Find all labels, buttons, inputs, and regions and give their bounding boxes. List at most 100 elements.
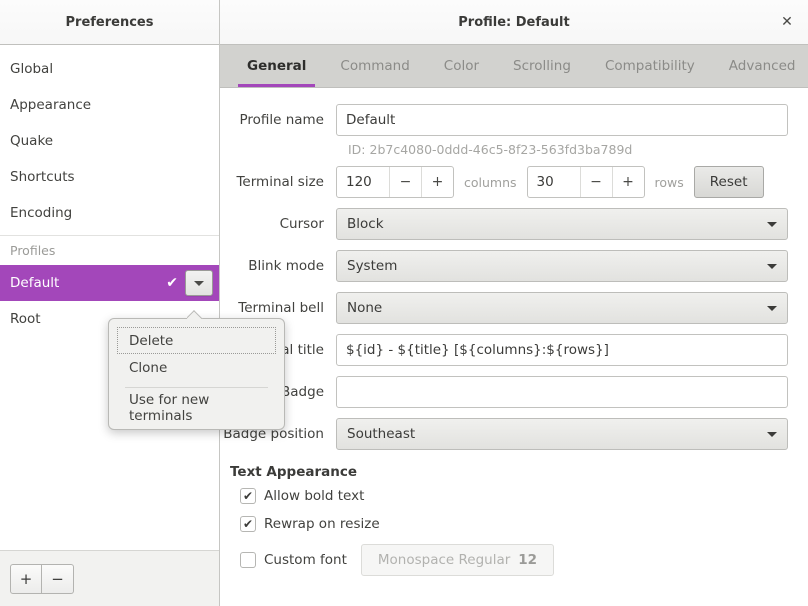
rewrap-on-resize-row[interactable]: ✔ Rewrap on resize (240, 516, 788, 532)
badge-input[interactable] (336, 376, 788, 408)
text-appearance-heading: Text Appearance (230, 464, 358, 480)
tab-advanced[interactable]: Advanced (712, 45, 808, 87)
rows-stepper[interactable]: 30 − + (526, 166, 645, 198)
menu-item-use-for-new-terminals[interactable]: Use for new terminals (117, 391, 276, 424)
close-icon[interactable]: ✕ (776, 11, 798, 33)
tab-color[interactable]: Color (427, 45, 496, 87)
sidebar-item-label: Global (10, 61, 54, 77)
menu-item-delete[interactable]: Delete (117, 327, 276, 354)
reset-terminal-size-button[interactable]: Reset (693, 166, 764, 198)
minus-icon: − (399, 174, 412, 190)
tab-label: Color (443, 58, 480, 74)
chevron-down-icon (767, 431, 777, 437)
rewrap-on-resize-checkbox[interactable]: ✔ (240, 516, 256, 532)
sidebar-item-label: Encoding (10, 205, 73, 221)
chevron-down-icon (767, 305, 777, 311)
tab-general[interactable]: General (230, 45, 323, 87)
terminal-size-row: Terminal size 120 − + columns 30 − + row… (220, 166, 788, 198)
tab-scrolling[interactable]: Scrolling (496, 45, 588, 87)
chevron-down-icon (767, 263, 777, 269)
sidebar-section-label: Profiles (10, 243, 56, 258)
badge-position-value: Southeast (347, 426, 416, 442)
terminal-title-row: Terminal title ${id} - ${title} [${colum… (220, 334, 788, 366)
plus-icon: + (19, 569, 33, 588)
rows-decrement-button[interactable]: − (579, 167, 612, 197)
columns-value[interactable]: 120 (337, 167, 389, 197)
preferences-window: Preferences Global Appearance Quake Shor… (0, 0, 808, 606)
profile-tabbar: General Command Color Scrolling Compatib… (220, 45, 808, 88)
sidebar-item-global[interactable]: Global (0, 51, 219, 87)
rows-value[interactable]: 30 (528, 167, 580, 197)
add-profile-button[interactable]: + (10, 563, 42, 594)
sidebar-nav-list: Global Appearance Quake Shortcuts Encodi… (0, 45, 219, 550)
dialog-titlebar: Profile: Default ✕ (220, 0, 808, 45)
columns-increment-button[interactable]: + (421, 167, 453, 197)
badge-row: Badge (220, 376, 788, 408)
font-chooser-button[interactable]: Monospace Regular 12 (360, 544, 555, 576)
badge-position-row: Badge position Southeast (220, 418, 788, 450)
preferences-sidebar: Preferences Global Appearance Quake Shor… (0, 0, 220, 606)
cursor-label: Cursor (279, 216, 324, 232)
plus-icon: + (622, 174, 634, 190)
remove-profile-button[interactable]: − (42, 563, 74, 594)
menu-item-clone[interactable]: Clone (117, 354, 276, 381)
menu-item-label: Clone (129, 359, 168, 376)
tab-command[interactable]: Command (323, 45, 426, 87)
menu-separator (125, 387, 268, 388)
allow-bold-text-checkbox[interactable]: ✔ (240, 488, 256, 504)
sidebar-item-label: Root (10, 311, 41, 327)
profile-context-menu: Delete Clone Use for new terminals (108, 318, 285, 430)
sidebar-item-label: Default (10, 275, 60, 291)
menu-item-label: Use for new terminals (129, 391, 210, 424)
rewrap-on-resize-label: Rewrap on resize (264, 516, 380, 532)
columns-unit-label: columns (464, 174, 517, 190)
terminal-bell-row: Terminal bell None (220, 292, 788, 324)
terminal-bell-select[interactable]: None (336, 292, 788, 324)
terminal-size-label: Terminal size (236, 174, 324, 190)
terminal-title-input[interactable]: ${id} - ${title} [${columns}:${rows}] (336, 334, 788, 366)
cursor-select[interactable]: Block (336, 208, 788, 240)
font-size-label: 12 (518, 552, 538, 568)
check-icon: ✔ (166, 275, 178, 291)
check-icon: ✔ (242, 517, 254, 531)
profile-name-value: Default (346, 112, 396, 128)
tab-compatibility[interactable]: Compatibility (588, 45, 712, 87)
columns-stepper[interactable]: 120 − + (336, 166, 454, 198)
custom-font-row[interactable]: Custom font Monospace Regular 12 (240, 544, 788, 576)
sidebar-section-profiles: Profiles (0, 235, 219, 265)
tab-label: Advanced (728, 58, 796, 74)
sidebar-item-label: Appearance (10, 97, 92, 113)
check-icon: ✔ (242, 489, 254, 503)
sidebar-item-profile-default[interactable]: Default ✔ (0, 265, 219, 301)
columns-decrement-button[interactable]: − (389, 167, 421, 197)
reset-label: Reset (709, 174, 748, 190)
profile-add-remove-group: + − (10, 563, 74, 594)
general-settings-form: Profile name Default ID: 2b7c4080-0ddd-4… (220, 88, 808, 606)
allow-bold-text-label: Allow bold text (264, 488, 365, 504)
rows-increment-button[interactable]: + (611, 167, 644, 197)
tab-label: General (247, 58, 307, 74)
minus-icon: − (590, 174, 602, 190)
chevron-down-icon (194, 280, 204, 286)
badge-position-select[interactable]: Southeast (336, 418, 788, 450)
sidebar-header: Preferences (0, 0, 219, 45)
profile-name-input[interactable]: Default (336, 104, 788, 136)
blink-mode-select[interactable]: System (336, 250, 788, 282)
terminal-title-value: ${id} - ${title} [${columns}:${rows}] (346, 342, 609, 358)
sidebar-item-quake[interactable]: Quake (0, 123, 219, 159)
minus-icon: − (51, 569, 64, 588)
font-name-label: Monospace Regular (377, 552, 511, 568)
sidebar-item-appearance[interactable]: Appearance (0, 87, 219, 123)
page-title: Profile: Default (458, 14, 570, 30)
custom-font-checkbox[interactable] (240, 552, 256, 568)
sidebar-item-label: Shortcuts (10, 169, 75, 185)
sidebar-item-shortcuts[interactable]: Shortcuts (0, 159, 219, 195)
blink-mode-row: Blink mode System (220, 250, 788, 282)
sidebar-item-encoding[interactable]: Encoding (0, 195, 219, 231)
allow-bold-text-row[interactable]: ✔ Allow bold text (240, 488, 788, 504)
profile-menu-button[interactable] (185, 270, 213, 296)
cursor-value: Block (347, 216, 384, 232)
blink-mode-value: System (347, 258, 398, 274)
tab-label: Command (340, 58, 410, 74)
chevron-down-icon (767, 221, 777, 227)
